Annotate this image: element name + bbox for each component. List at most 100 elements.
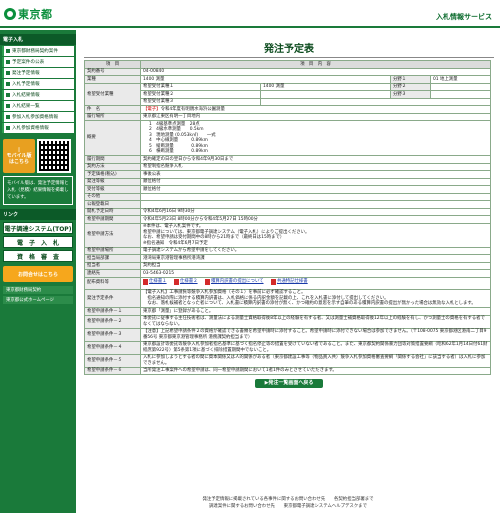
- pdf-icon: [204, 278, 210, 285]
- part3-label: 分野３: [390, 90, 431, 99]
- attach-label: 配布資料等: [84, 276, 141, 290]
- timing-value: 順位格付: [140, 177, 491, 186]
- publish-value: [140, 200, 491, 209]
- contact-button[interactable]: お問合せはこちら: [3, 266, 73, 283]
- sidebar-item-zaimu[interactable]: 東京都財務局契約案件: [2, 46, 74, 56]
- pdf-icon: [143, 278, 148, 285]
- hope-row-value: [260, 97, 491, 106]
- sidebar-item-shikaku[interactable]: 入札参加資格情報: [2, 123, 74, 133]
- electronic-tag: 【電子】: [143, 106, 161, 112]
- req-label: 希望申請条件－２: [84, 314, 141, 329]
- req-label: 希望申請条件－１: [84, 307, 141, 316]
- name-value: 【電子】令和4年度有明親水海浜公園測量: [140, 105, 491, 114]
- page-title: 発注予定表: [264, 44, 314, 55]
- sidebar-item-nyusatsu-yotei[interactable]: 入札予定情報: [2, 79, 74, 89]
- attach-list: 仕様書１ 仕様書２ 積算内訳書の提出について 共通特記仕様書: [140, 276, 491, 290]
- hope-period-label: 希望申請期間: [84, 215, 141, 224]
- bullet-icon: [6, 104, 10, 108]
- ep-top-button[interactable]: 電子調達システム(TOP): [3, 222, 73, 235]
- name-label: 件 名: [84, 105, 141, 114]
- shikaku-shinsa-button[interactable]: 資 格 審 査: [3, 250, 73, 263]
- price-label: 予定価格(税込): [84, 170, 141, 179]
- attachment-link[interactable]: 積算内訳書の提出について: [204, 278, 264, 285]
- req-label: 希望申請条件－４: [84, 340, 141, 355]
- hope-row-label: 希望受付業種３: [140, 97, 261, 106]
- attachment-link[interactable]: 仕様書１: [143, 278, 167, 285]
- bullet-icon: [6, 71, 10, 75]
- part2-value: [430, 82, 491, 91]
- req-label: 希望申請条件－５: [84, 353, 141, 368]
- req-value: 【注意】上記希望申請条件２の資格が確認できる書類を希望申請時に添付すること。希望…: [140, 327, 491, 342]
- contact-label: 連絡先: [84, 269, 141, 278]
- industry-value: 1400 測量: [140, 75, 391, 84]
- timing-label: 発注等級: [84, 177, 141, 186]
- hope-row-label: 希望受付業種１: [140, 82, 261, 91]
- req-label: 希望申請条件－６: [84, 366, 141, 375]
- dept-value: 港湾局東京港管理事務所港湾課: [140, 254, 491, 263]
- open-label: 開札予定日時: [84, 207, 141, 216]
- footer-line: 調達案件に関するお問い合わせ先 東京都電子調達システムヘルプデスクまで: [209, 504, 367, 510]
- main-content: 発注予定表 項 目 項 目 内 容 契約番号 04-00840 業種 1400 …: [84, 30, 494, 513]
- person-value: 契約担当: [140, 261, 491, 270]
- sidebar-item-yotei[interactable]: 予定案件の公表: [2, 57, 74, 67]
- industry-label: 業種: [84, 75, 141, 84]
- attachment-link[interactable]: 仕様書２: [173, 278, 198, 285]
- link-zaimu[interactable]: 東京都財務局契約: [3, 286, 73, 295]
- back-to-list-button[interactable]: ▶発注一覧画面へ戻る: [255, 379, 323, 388]
- hope-row-value: [260, 90, 391, 99]
- qr-code-icon: [37, 139, 71, 173]
- denshi-nyusatsu-button[interactable]: 電 子 入 札: [3, 236, 73, 249]
- sidebar: 電子入札 東京都財務局契約案件 予定案件の公表 発注予定情報 入札予定情報 入札…: [0, 30, 76, 513]
- rank-label: 受付等級: [84, 185, 141, 194]
- sidebar-item-kekka-list[interactable]: 入札結果一覧: [2, 101, 74, 111]
- bullet-icon: [6, 115, 10, 119]
- method-value: 希望制指名競争入札: [140, 162, 491, 171]
- sidebar-link-section: リンク: [0, 209, 76, 221]
- location-label: 履行場所: [84, 112, 141, 121]
- sidebar-section-title: 電子入札: [0, 34, 76, 45]
- bullet-icon: [6, 60, 10, 64]
- pdf-icon: [270, 278, 276, 285]
- other-value: [140, 192, 491, 201]
- part3-value: [430, 90, 491, 99]
- logo-text: 東京都: [18, 8, 53, 21]
- name-text: 令和4年度有明親水海浜公園測量: [160, 106, 225, 112]
- hope-method-label: 希望申請方法: [84, 222, 141, 248]
- col-item-header: 項 目: [84, 60, 141, 69]
- terms-value: 【電子入札】工事請負等競争入札参加資格（その１）を事前に必ず確認すること。 指名…: [140, 288, 491, 308]
- title-divider: [84, 57, 494, 58]
- hope-row-label: 希望受付業種２: [140, 90, 261, 99]
- bullet-icon: [6, 93, 10, 97]
- attachment-link[interactable]: 共通特記仕様書: [270, 278, 308, 285]
- service-title: 入札情報サービス: [436, 13, 492, 21]
- mobile-site-button[interactable]: ▯ モバイル版 はこちら: [3, 139, 35, 173]
- period-value: 契約確定の日の翌日から令和4年9月30日まで: [140, 155, 491, 164]
- publish-label: 公報登載日: [84, 200, 141, 209]
- req-value: 本委託に従事する主任技術者は、測量法による測量士資格取得後8年以上の経験を有する…: [140, 314, 491, 329]
- summary-value: 1 4級基準点測量 28点 2 4級水準測量 0.5km 3 現地測量 (0.0…: [140, 120, 491, 156]
- link-tokyo-home[interactable]: 東京都公式ホームページ: [3, 296, 73, 305]
- summary-line: 6 横断測量 0.89km: [149, 149, 208, 154]
- page-footer: 発注予定情報に掲載されている各事件に関するお問い合わせ先 各契約担当部署まで 調…: [76, 491, 500, 513]
- dept-label: 担当局部課: [84, 254, 141, 263]
- method-label: 契約方法: [84, 162, 141, 171]
- req-value: 当所発注工事案件への希望申請は、同一希望申請期間において1者1件のみとさせていた…: [140, 366, 491, 375]
- open-value: 令和4年6月16日 9時30分: [140, 207, 491, 216]
- summary-label: 概要: [84, 120, 141, 156]
- req-value: 東京都「測量」に登録があること。: [140, 307, 491, 316]
- detail-table: 項 目 項 目 内 容 契約番号 04-00840 業種 1400 測量 分野１…: [84, 60, 491, 375]
- bullet-icon: [6, 49, 10, 53]
- bullet-icon: [6, 82, 10, 86]
- hope-period-value: 令和4年5月23日 8時00分から令和4年5月27日 15時00分: [140, 215, 491, 224]
- location-value: 東京都江東区有明一丁目地内: [140, 112, 491, 121]
- req-value: 東京都設計等委託等競争入札参加者指名基準に基づく指名停止等の措置を受けていない者…: [140, 340, 491, 355]
- sidebar-item-hatchu[interactable]: 発注予定情報: [2, 68, 74, 78]
- part2-label: 分野２: [390, 82, 431, 91]
- col-content-header: 項 目 内 容: [140, 60, 491, 69]
- sidebar-item-kekka[interactable]: 入札結果情報: [2, 90, 74, 100]
- sidebar-item-sanka[interactable]: 参加入札参加資格情報: [2, 112, 74, 122]
- tokyo-logo[interactable]: 東京都: [4, 6, 53, 22]
- mobile-note: モバイル版は、発注予定情報と入札（見積）結果情報を掲載しています。: [3, 176, 73, 206]
- hope-row-value: 1400 測量: [260, 82, 391, 91]
- bullet-icon: [6, 126, 10, 130]
